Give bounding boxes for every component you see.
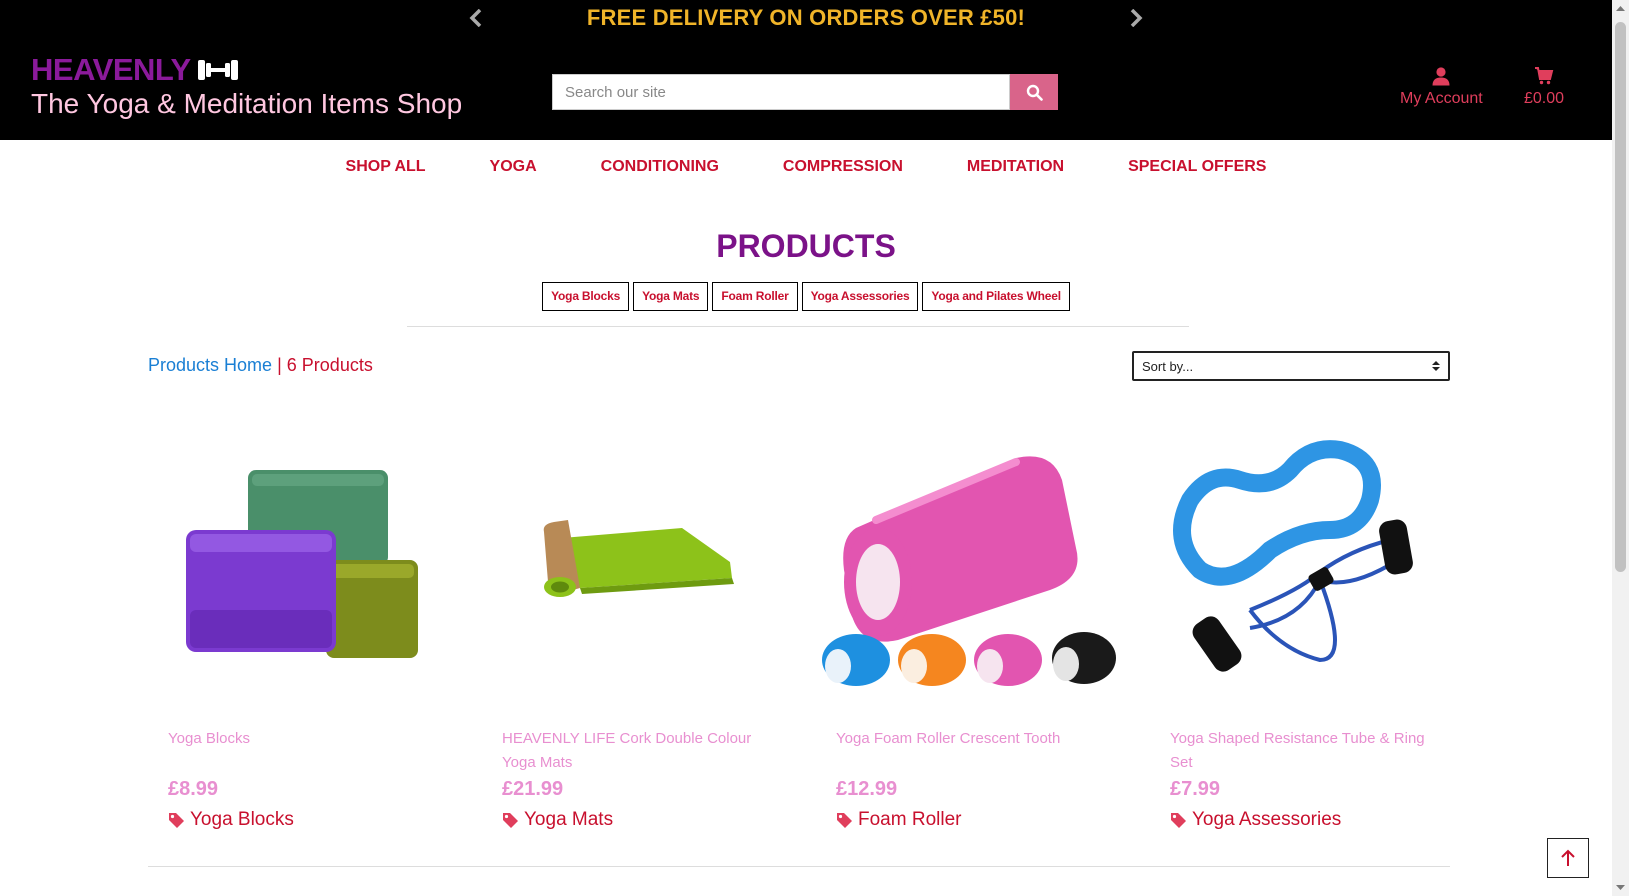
category-yoga-blocks[interactable]: Yoga Blocks <box>542 282 630 311</box>
product-category-link[interactable]: Yoga Assessories <box>1170 809 1341 831</box>
brand-logo[interactable]: HEAVENLY The Yoga & Meditation Items Sho… <box>31 52 462 120</box>
product-category: Yoga Assessories <box>1192 809 1342 830</box>
search-input[interactable] <box>552 74 1010 110</box>
product-name[interactable]: Yoga Shaped Resistance Tube & Ring Set <box>1170 727 1440 775</box>
nav-conditioning[interactable]: CONDITIONING <box>569 158 751 176</box>
products-home-link[interactable]: Products Home <box>148 355 272 375</box>
product-name[interactable]: Yoga Blocks <box>168 727 438 751</box>
product-category-link[interactable]: Foam Roller <box>836 809 961 831</box>
product-name[interactable]: HEAVENLY LIFE Cork Double Colour Yoga Ma… <box>502 727 772 775</box>
category-yoga-pilates-wheel[interactable]: Yoga and Pilates Wheel <box>922 282 1070 311</box>
category-yoga-assessories[interactable]: Yoga Assessories <box>801 282 919 311</box>
banner-text: FREE DELIVERY ON ORDERS OVER £50! <box>586 5 1026 30</box>
search-button[interactable] <box>1010 74 1058 110</box>
chevron-right-icon <box>1130 9 1143 27</box>
product-image[interactable] <box>1150 420 1450 710</box>
product-count: 6 Products <box>286 355 373 375</box>
sort-selected: Sort by... <box>1142 358 1194 374</box>
bag-total: £0.00 <box>1524 90 1565 107</box>
page-title: PRODUCTS <box>716 228 896 264</box>
product-card: HEAVENLY LIFE Cork Double Colour Yoga Ma… <box>482 420 782 830</box>
product-price: £21.99 <box>502 778 564 800</box>
site-header: HEAVENLY The Yoga & Meditation Items Sho… <box>0 36 1612 140</box>
product-category: Foam Roller <box>858 809 962 830</box>
brand-name: HEAVENLY <box>31 52 191 87</box>
product-category: Yoga Mats <box>524 809 614 830</box>
category-foam-roller[interactable]: Foam Roller <box>712 282 798 311</box>
banner-next-button[interactable] <box>1126 8 1146 28</box>
select-arrows-icon <box>1432 361 1440 371</box>
yoga-blocks-image <box>186 470 418 658</box>
foam-roller-image <box>822 456 1116 686</box>
search-icon <box>1026 84 1043 101</box>
tag-icon <box>1171 812 1186 828</box>
breadcrumb: Products Home | 6 Products <box>148 355 373 376</box>
product-price: £8.99 <box>168 778 219 800</box>
product-category-link[interactable]: Yoga Mats <box>502 809 613 831</box>
scroll-up-icon[interactable] <box>1616 4 1625 13</box>
product-name[interactable]: Yoga Foam Roller Crescent Tooth <box>836 727 1106 751</box>
nav-special-offers[interactable]: SPECIAL OFFERS <box>1096 158 1298 176</box>
category-yoga-mats[interactable]: Yoga Mats <box>633 282 709 311</box>
product-card: Yoga Foam Roller Crescent Tooth £12.99 F… <box>816 420 1116 830</box>
arrow-up-icon <box>1561 849 1575 866</box>
tag-icon <box>169 812 184 828</box>
tag-icon <box>837 812 852 828</box>
product-card: Yoga Blocks £8.99 Yoga Blocks <box>148 420 448 830</box>
yoga-mat-image <box>543 520 734 597</box>
my-account-label: My Account <box>1400 90 1483 107</box>
product-card: Yoga Shaped Resistance Tube & Ring Set £… <box>1150 420 1450 830</box>
product-price: £7.99 <box>1170 778 1221 800</box>
nav-yoga[interactable]: YOGA <box>458 158 569 176</box>
resistance-set-image <box>1173 440 1413 672</box>
divider <box>407 326 1189 327</box>
nav-compression[interactable]: COMPRESSION <box>751 158 935 176</box>
user-icon <box>1432 67 1450 86</box>
nav-meditation[interactable]: MEDITATION <box>935 158 1096 176</box>
tag-icon <box>503 812 518 828</box>
promo-banner: FREE DELIVERY ON ORDERS OVER £50! <box>0 0 1612 36</box>
main-nav: SHOP ALL YOGA CONDITIONING COMPRESSION M… <box>0 140 1612 194</box>
product-image[interactable] <box>816 420 1116 710</box>
product-category: Yoga Blocks <box>190 809 294 830</box>
nav-shop-all[interactable]: SHOP ALL <box>314 158 458 176</box>
search-form <box>552 74 1058 110</box>
product-price: £12.99 <box>836 778 898 800</box>
product-image[interactable] <box>482 420 782 710</box>
brand-tagline: The Yoga & Meditation Items Shop <box>31 88 463 119</box>
scroll-down-icon[interactable] <box>1616 883 1625 892</box>
product-image[interactable] <box>148 420 448 710</box>
back-to-top-button[interactable] <box>1547 838 1589 878</box>
breadcrumb-separator: | <box>277 355 282 375</box>
shopping-bag-link[interactable]: £0.00 <box>1524 66 1564 108</box>
page-scrollbar[interactable] <box>1612 0 1629 896</box>
sort-select[interactable]: Sort by... <box>1132 351 1450 381</box>
shopping-cart-icon <box>1535 67 1554 85</box>
scrollbar-thumb[interactable] <box>1615 22 1626 572</box>
page: FREE DELIVERY ON ORDERS OVER £50! HEAVEN… <box>0 0 1629 896</box>
category-filters: Yoga Blocks Yoga Mats Foam Roller Yoga A… <box>0 282 1612 311</box>
product-category-link[interactable]: Yoga Blocks <box>168 809 294 831</box>
dumbbell-icon <box>197 60 238 80</box>
my-account-link[interactable]: My Account <box>1400 66 1483 108</box>
divider <box>148 866 1450 867</box>
